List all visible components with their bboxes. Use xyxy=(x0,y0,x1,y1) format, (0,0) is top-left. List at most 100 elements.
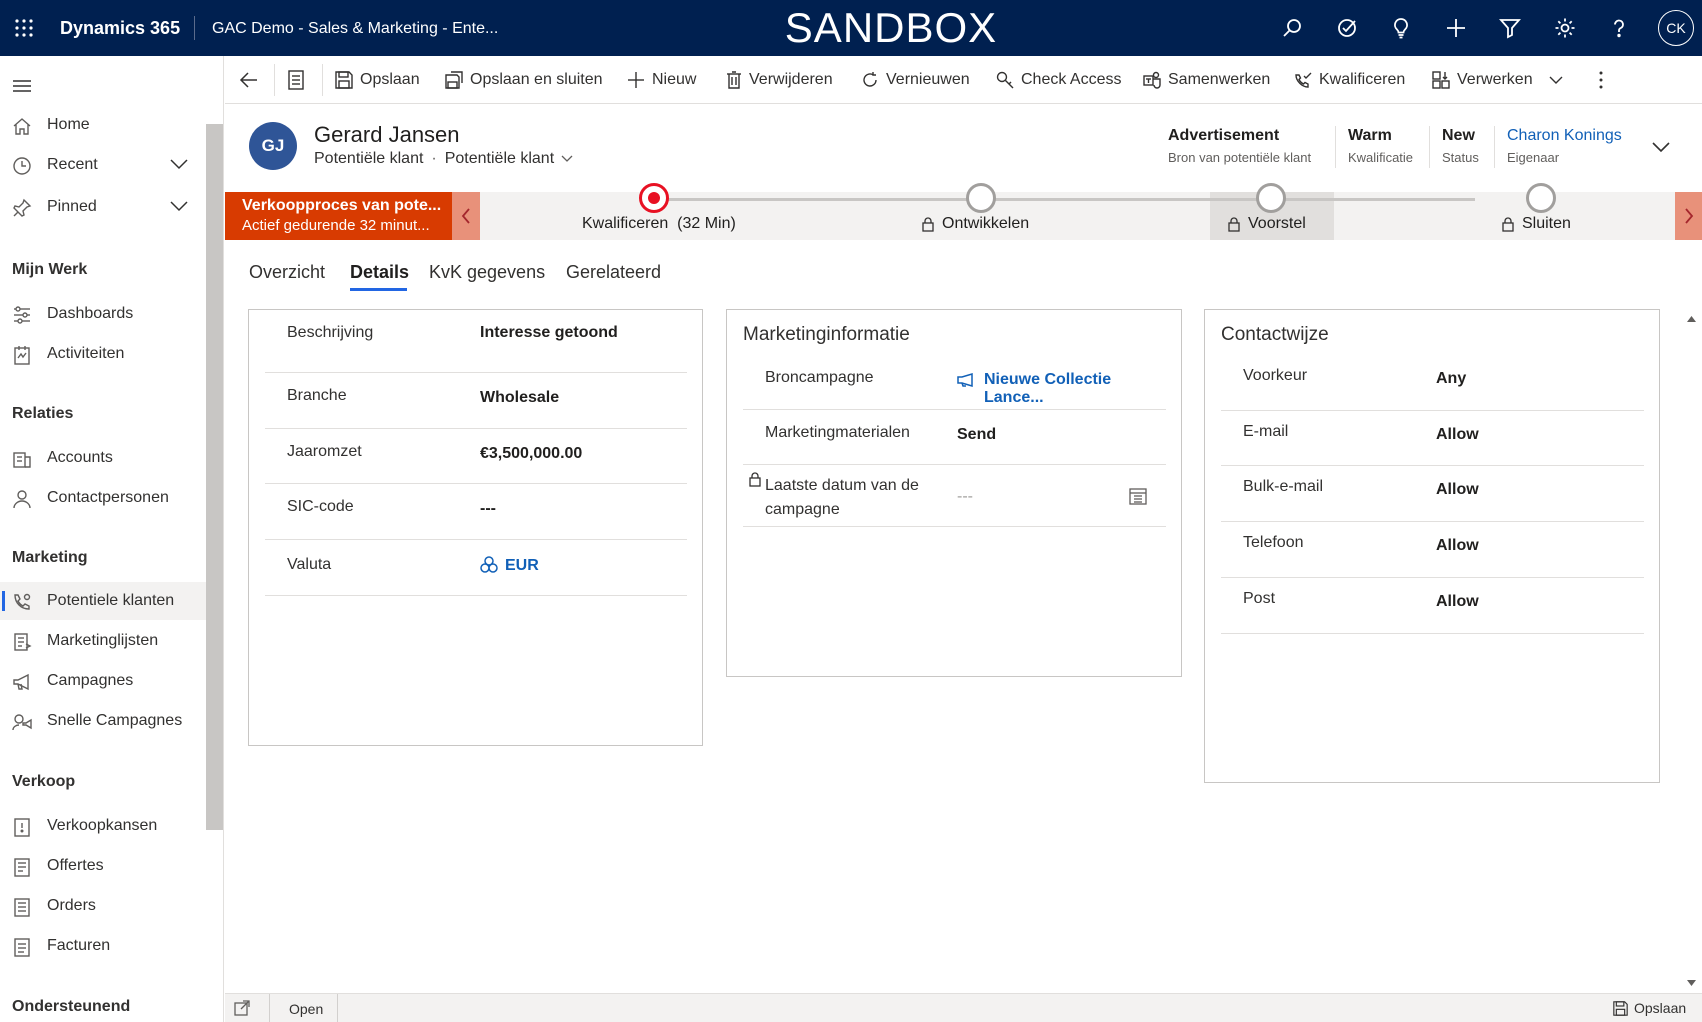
record-status: Open xyxy=(289,1001,324,1017)
field-row-marketingmaterialen[interactable]: Marketingmaterialen Send xyxy=(743,410,1166,465)
sidebar-item-offertes[interactable]: Offertes xyxy=(0,847,206,885)
field-row-branche[interactable]: Branche Wholesale xyxy=(265,373,687,429)
save-button[interactable]: Opslaan xyxy=(335,56,420,104)
field-row-telefoon[interactable]: Telefoon Allow xyxy=(1221,522,1644,578)
form-selector[interactable]: Potentiële klant xyxy=(445,150,554,168)
tab-gerelateerd[interactable]: Gerelateerd xyxy=(566,262,661,283)
merge-button[interactable]: Samenwerken xyxy=(1143,56,1270,104)
stage-dot-kwalificeren[interactable] xyxy=(639,183,669,213)
bpf-previous-button[interactable] xyxy=(452,192,480,240)
field-row-voorkeur[interactable]: Voorkeur Any xyxy=(1221,355,1644,411)
field-value[interactable]: €3,500,000.00 xyxy=(480,445,582,463)
tab-kvk-gegevens[interactable]: KvK gegevens xyxy=(429,262,545,283)
process-button[interactable]: Verwerken xyxy=(1432,56,1570,104)
back-button[interactable] xyxy=(239,56,266,104)
sidebar-item-home[interactable]: Home xyxy=(0,106,206,144)
sidebar-item-potentiele-klanten[interactable]: Potentiele klanten xyxy=(0,582,206,620)
field-value[interactable]: Allow xyxy=(1436,426,1479,444)
user-avatar[interactable]: CK xyxy=(1658,10,1694,46)
stage-dot-voorstel[interactable] xyxy=(1256,183,1286,213)
chevron-down-icon[interactable] xyxy=(170,158,188,172)
sidebar-item-contactpersonen[interactable]: Contactpersonen xyxy=(0,479,206,517)
form-view-button[interactable] xyxy=(287,56,312,104)
check-access-button[interactable]: Check Access xyxy=(996,56,1121,104)
help-icon[interactable] xyxy=(1603,12,1635,44)
calendar-icon[interactable] xyxy=(1129,487,1147,505)
sidebar-item-accounts[interactable]: Accounts xyxy=(0,439,206,477)
field-row-post[interactable]: Post Allow xyxy=(1221,578,1644,634)
sidebar-item-recent[interactable]: Recent xyxy=(0,146,206,184)
field-row-valuta[interactable]: Valuta EUR xyxy=(265,540,687,596)
stage-dot-sluiten[interactable] xyxy=(1526,183,1556,213)
sidebar-item-pinned[interactable]: Pinned xyxy=(0,188,206,226)
field-value[interactable]: Any xyxy=(1436,370,1466,388)
header-expand-chevron-icon[interactable] xyxy=(1652,142,1670,153)
sidebar-item-label: Home xyxy=(47,116,90,133)
chevron-down-icon[interactable] xyxy=(170,200,188,214)
stage-sluiten[interactable]: Sluiten xyxy=(1502,215,1571,233)
stage-ontwikkelen[interactable]: Ontwikkelen xyxy=(922,215,1029,233)
campaign-link[interactable]: Nieuwe Collectie Lance... xyxy=(984,371,1166,407)
plus-icon[interactable] xyxy=(1440,12,1472,44)
field-value[interactable]: --- xyxy=(480,500,496,518)
sidebar-item-marketinglijsten[interactable]: Marketinglijsten xyxy=(0,622,206,660)
hamburger-menu-icon[interactable] xyxy=(12,74,36,98)
stage-voorstel[interactable]: Voorstel xyxy=(1228,215,1306,233)
stage-kwalificeren[interactable]: Kwalificeren (32 Min) xyxy=(582,215,736,233)
field-row-sic-code[interactable]: SIC-code --- xyxy=(265,484,687,540)
process-duration: Actief gedurende 32 minut... xyxy=(242,217,430,234)
open-in-window-icon[interactable] xyxy=(234,1000,250,1016)
field-row-e-mail[interactable]: E-mail Allow xyxy=(1221,411,1644,466)
sidebar-item-verkoopkansen[interactable]: Verkoopkansen xyxy=(0,807,206,845)
lightbulb-icon[interactable] xyxy=(1385,12,1417,44)
sidebar-item-label: Facturen xyxy=(47,937,111,954)
gear-icon[interactable] xyxy=(1549,12,1581,44)
sidebar-scrollbar-thumb[interactable] xyxy=(206,124,223,830)
app-title[interactable]: GAC Demo - Sales & Marketing - Ente... xyxy=(212,20,498,38)
sidebar-item-orders[interactable]: Orders xyxy=(0,887,206,925)
field-row-bulk-e-mail[interactable]: Bulk-e-mail Allow xyxy=(1221,466,1644,522)
field-row-jaaromzet[interactable]: Jaaromzet €3,500,000.00 xyxy=(265,429,687,484)
field-value[interactable]: Send xyxy=(957,426,996,444)
filter-icon[interactable] xyxy=(1494,12,1526,44)
field-row-beschrijving[interactable]: Beschrijving Interesse getoond xyxy=(265,310,687,373)
stage-dot-ontwikkelen[interactable] xyxy=(966,183,996,213)
field-row-laatste-datum[interactable]: Laatste datum van de campagne --- xyxy=(743,465,1166,527)
qualify-button[interactable]: Kwalificeren xyxy=(1294,56,1405,104)
search-icon[interactable] xyxy=(1276,12,1308,44)
task-icon[interactable] xyxy=(1331,12,1363,44)
field-value[interactable]: Allow xyxy=(1436,593,1479,611)
bpf-next-button[interactable] xyxy=(1675,192,1702,240)
tab-overzicht[interactable]: Overzicht xyxy=(249,262,325,283)
currency-link[interactable]: EUR xyxy=(505,557,539,575)
dashboard-icon xyxy=(12,305,32,325)
brand-name[interactable]: Dynamics 365 xyxy=(60,18,180,39)
main-scrollbar[interactable] xyxy=(1683,310,1700,990)
header-field-rating[interactable]: Warm Kwalificatie xyxy=(1348,127,1413,165)
sidebar-item-snelle-campagnes[interactable]: Snelle Campagnes xyxy=(0,702,206,740)
sidebar-item-campagnes[interactable]: Campagnes xyxy=(0,662,206,700)
field-value[interactable]: Allow xyxy=(1436,481,1479,499)
new-button[interactable]: Nieuw xyxy=(627,56,696,104)
field-label: Jaaromzet xyxy=(287,443,362,460)
field-value[interactable]: Allow xyxy=(1436,537,1479,555)
status-save-button[interactable]: Opslaan xyxy=(1613,1000,1686,1016)
refresh-button[interactable]: Vernieuwen xyxy=(861,56,970,104)
header-field-lead-source[interactable]: Advertisement Bron van potentiële klant xyxy=(1168,127,1311,165)
more-commands-icon[interactable] xyxy=(1598,56,1611,104)
sidebar-item-activiteiten[interactable]: Activiteiten xyxy=(0,335,206,373)
field-row-broncampagne[interactable]: Broncampagne Nieuwe Collectie Lance... xyxy=(743,355,1166,410)
header-field-owner[interactable]: Charon Konings Eigenaar xyxy=(1507,127,1622,165)
delete-button[interactable]: Verwijderen xyxy=(726,56,833,104)
sidebar-item-facturen[interactable]: Facturen xyxy=(0,927,206,965)
sidebar-item-dashboards[interactable]: Dashboards xyxy=(0,295,206,333)
field-label: Broncampagne xyxy=(765,369,874,386)
tab-details[interactable]: Details xyxy=(350,262,409,283)
process-flag[interactable]: Verkoopproces van pote... Actief geduren… xyxy=(225,192,452,240)
header-field-status[interactable]: New Status xyxy=(1442,127,1479,165)
field-value[interactable]: Interesse getoond xyxy=(480,324,618,342)
field-value[interactable]: Wholesale xyxy=(480,389,559,407)
owner-link[interactable]: Charon Konings xyxy=(1507,127,1622,145)
save-and-close-button[interactable]: Opslaan en sluiten xyxy=(445,56,603,104)
app-launcher-icon[interactable] xyxy=(8,12,40,44)
